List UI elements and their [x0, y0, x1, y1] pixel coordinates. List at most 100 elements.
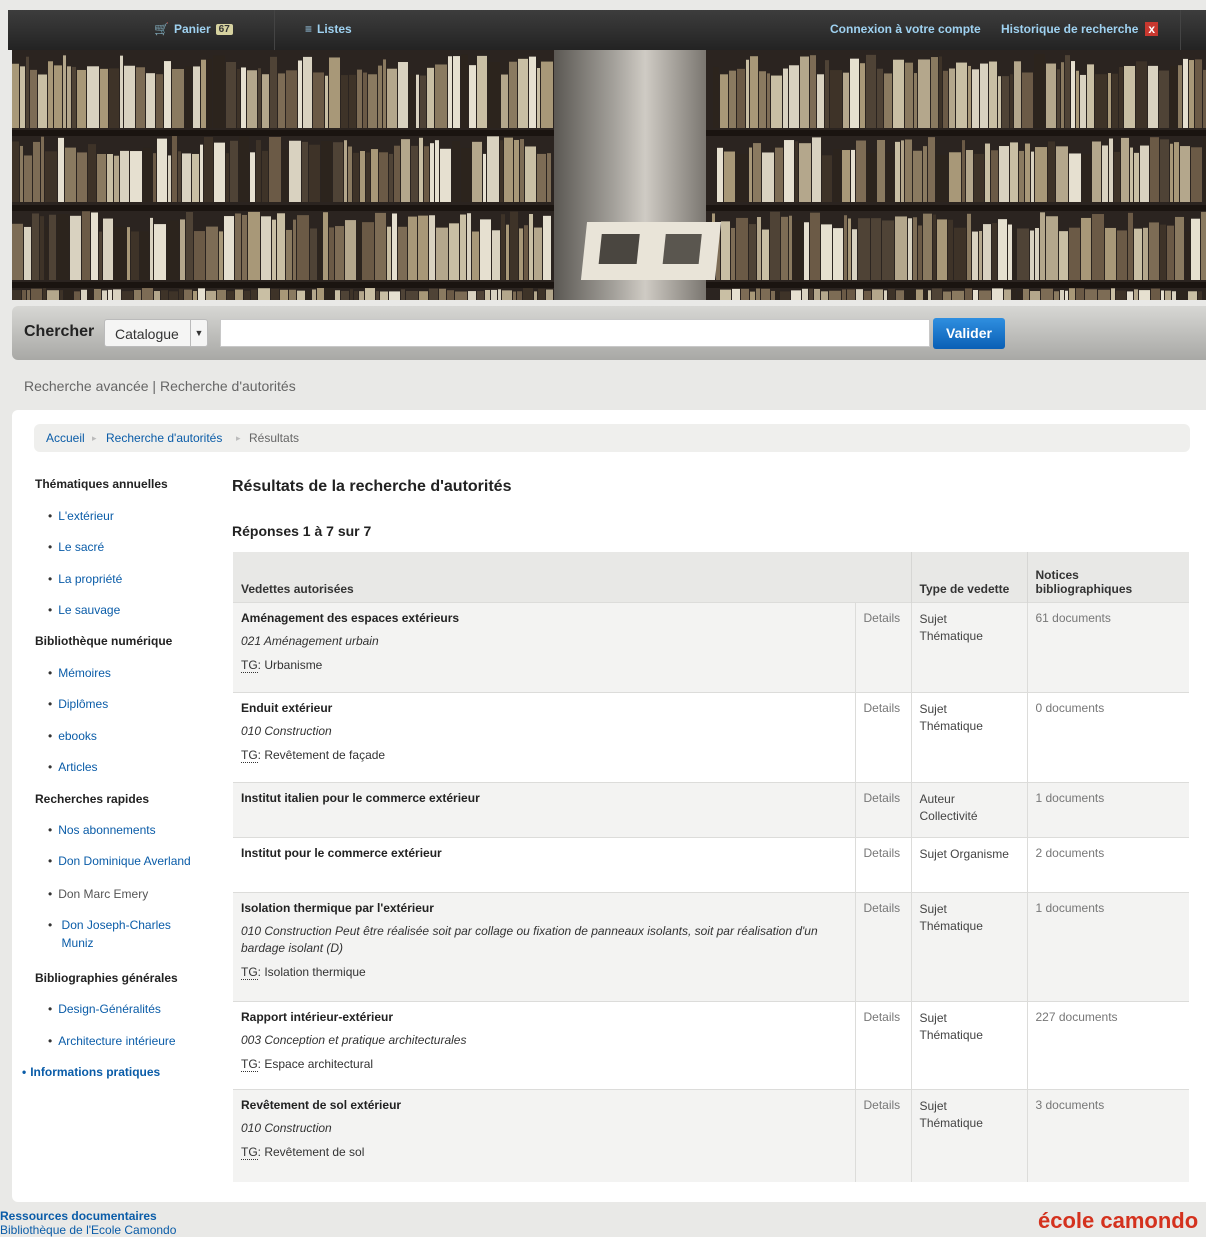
broader-term-value[interactable]: : Revêtement de sol [258, 1145, 365, 1159]
book-spine [60, 290, 63, 300]
book-spine [867, 153, 876, 202]
authority-heading[interactable]: Enduit extérieur [241, 701, 847, 715]
sidebar-item-muniz[interactable]: Don Joseph-Charles Muniz [48, 918, 171, 954]
book-spine [833, 228, 843, 280]
chevron-down-icon[interactable]: ▼ [190, 320, 207, 346]
book-spine [847, 289, 855, 300]
book-spine [1177, 290, 1187, 300]
sidebar-item-exterieur[interactable]: L'extérieur [48, 509, 114, 523]
book-spine [1069, 227, 1080, 280]
broader-term-value[interactable]: : Espace architectural [258, 1057, 373, 1071]
book-spine [791, 290, 801, 300]
authority-heading[interactable]: Revêtement de sol extérieur [241, 1098, 847, 1112]
details-link[interactable]: Details [864, 901, 901, 915]
footer-title[interactable]: Ressources documentaires [0, 1209, 157, 1223]
notices-link[interactable]: 1 documents [1036, 901, 1105, 915]
sidebar-item-memoires[interactable]: Mémoires [48, 666, 111, 680]
book-spine [258, 68, 261, 128]
book-spine [1035, 147, 1047, 202]
login-link[interactable]: Connexion à votre compte [830, 22, 981, 36]
book-spine [884, 73, 892, 128]
broader-term-value[interactable]: : Isolation thermique [258, 965, 366, 979]
authority-heading[interactable]: Institut pour le commerce extérieur [241, 846, 847, 860]
submit-search-button[interactable]: Valider [933, 318, 1005, 349]
search-history-link[interactable]: Historique de recherche x [1001, 22, 1159, 36]
notices-link[interactable]: 2 documents [1036, 846, 1105, 860]
book-spine [452, 140, 460, 202]
book-spine [991, 150, 998, 202]
details-link[interactable]: Details [864, 1010, 901, 1024]
details-link[interactable]: Details [864, 701, 901, 715]
cell-vedette: Institut italien pour le commerce extéri… [233, 782, 855, 838]
notices-link[interactable]: 0 documents [1036, 701, 1105, 715]
broader-term-value[interactable]: : Revêtement de façade [258, 748, 385, 762]
details-link[interactable]: Details [864, 846, 901, 860]
notices-link[interactable]: 3 documents [1036, 1098, 1105, 1112]
advanced-search-link[interactable]: Recherche avancée [24, 378, 149, 394]
book-spine [864, 290, 871, 300]
book-spine [102, 290, 107, 300]
sidebar-item-abonnements[interactable]: Nos abonnements [48, 823, 155, 837]
book-spine [1010, 74, 1013, 128]
book-spine [746, 59, 749, 128]
sidebar-item-articles[interactable]: Articles [48, 760, 97, 774]
sidebar-item-sacre[interactable]: Le sacré [48, 540, 104, 554]
cell-type: Sujet Organisme [910, 837, 1027, 893]
sidebar-item-averland[interactable]: Don Dominique Averland [48, 854, 191, 868]
book-spine [350, 289, 353, 300]
notices-link[interactable]: 227 documents [1036, 1010, 1118, 1024]
cell-type: Sujet Thématique [910, 602, 1027, 693]
book-spine [498, 289, 501, 300]
search-input[interactable] [220, 319, 930, 347]
book-spine [510, 211, 518, 280]
book-spine [64, 289, 73, 300]
authority-heading[interactable]: Isolation thermique par l'extérieur [241, 901, 847, 915]
book-spine [842, 150, 850, 202]
book-spine [184, 289, 192, 300]
details-link[interactable]: Details [864, 791, 901, 805]
sidebar-item-design[interactable]: Design-Généralités [48, 1002, 161, 1016]
details-link[interactable]: Details [864, 611, 901, 625]
book-spine [282, 149, 288, 202]
cell-details: Details [854, 1089, 911, 1182]
book-spine [67, 66, 71, 128]
breadcrumb-authority-search[interactable]: Recherche d'autorités [106, 424, 222, 452]
notices-link[interactable]: 61 documents [1036, 611, 1111, 625]
details-link[interactable]: Details [864, 1098, 901, 1112]
authority-heading[interactable]: Rapport intérieur-extérieur [241, 1010, 847, 1024]
broader-term-value[interactable]: : Urbanisme [258, 658, 323, 672]
authority-heading[interactable]: Aménagement des espaces extérieurs [241, 611, 847, 625]
clear-history-button[interactable]: x [1145, 22, 1159, 36]
heading-type-line1: Auteur [919, 792, 955, 806]
book-spine [30, 69, 37, 128]
book-spine [968, 65, 971, 128]
authority-search-link[interactable]: Recherche d'autorités [160, 378, 296, 394]
cell-details: Details [854, 782, 911, 838]
book-spine [235, 213, 241, 280]
sidebar-item-architecture[interactable]: Architecture intérieure [48, 1034, 175, 1048]
book-spine [948, 219, 953, 280]
breadcrumb-home[interactable]: Accueil [46, 424, 85, 452]
sidebar-item-diplomes[interactable]: Diplômes [48, 697, 108, 711]
sidebar-item-sauvage[interactable]: Le sauvage [48, 603, 120, 617]
book-spine [905, 289, 915, 300]
book-spine [502, 290, 512, 300]
sidebar-item-emery[interactable]: Don Marc Emery [48, 887, 148, 901]
book-spine [844, 215, 847, 280]
book-spine [871, 218, 881, 280]
book-spine [72, 66, 76, 128]
book-spine [538, 288, 545, 300]
sidebar-item-ebooks[interactable]: ebooks [48, 729, 97, 743]
cart-link[interactable]: 🛒 Panier 67 [154, 22, 233, 36]
notices-link[interactable]: 1 documents [1036, 791, 1105, 805]
search-scope-select[interactable]: Catalogue ▼ [104, 319, 208, 347]
col-header-notices: Notices bibliographiques [1026, 552, 1189, 603]
book-spine [923, 146, 927, 202]
book-spine [1151, 288, 1160, 300]
lists-link[interactable]: ≡ Listes [305, 22, 352, 36]
sidebar-item-propriete[interactable]: La propriété [48, 572, 122, 586]
sidebar-item-informations[interactable]: Informations pratiques [22, 1065, 160, 1079]
authority-heading[interactable]: Institut italien pour le commerce extéri… [241, 791, 847, 805]
book-spine [830, 70, 842, 128]
book-spine [771, 75, 782, 128]
